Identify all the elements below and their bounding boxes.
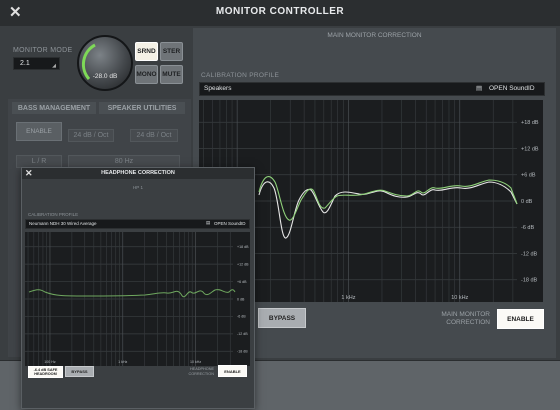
x-tick-label: 1 kHz — [118, 360, 127, 364]
mmc-title: MAIN MONITOR CORRECTION — [327, 32, 422, 39]
monitor-mode-select[interactable]: 2.1 ◢ — [13, 57, 60, 70]
mmc-profile-value: Speakers — [204, 85, 232, 92]
open-soundid-icon: ▤ — [476, 85, 483, 92]
hp-frequency-graph: +18 dB +12 dB +6 dB 0 dB -6 dB -12 dB -18 dB 1… — [25, 232, 250, 366]
volume-knob[interactable]: -28.0 dB — [77, 35, 133, 91]
srnd-button[interactable]: SRND — [135, 42, 158, 61]
mmc-green-curve — [258, 176, 518, 221]
title-bar: ✕ MONITOR CONTROLLER — [0, 0, 560, 26]
mmc-profile-label: CALIBRATION PROFILE — [201, 72, 280, 79]
y-tick-label: 0 dB — [237, 297, 245, 301]
hp-window-title: HEADPHONE CORRECTION — [101, 170, 175, 176]
hp-footer-label-2: CORRECTION — [188, 372, 214, 376]
safe-headroom-line-2: HEADROOM — [34, 372, 57, 376]
y-tick-label: -6 dB — [237, 315, 246, 319]
y-tick-label: -12 dB — [237, 332, 248, 336]
speaker-utilities-title: SPEAKER UTILITIES — [99, 102, 185, 114]
y-tick-label: +18 dB — [237, 245, 249, 249]
y-tick-label: -18 dB — [521, 278, 538, 284]
x-tick-label: 1 kHz — [341, 295, 355, 301]
mute-button[interactable]: MUTE — [160, 65, 183, 84]
mono-button[interactable]: MONO — [135, 65, 158, 84]
monitor-mode-value: 2.1 — [20, 60, 30, 67]
hp-open-soundid-icon: ▤ — [206, 220, 211, 225]
monitor-mode-label: MONITOR MODE — [13, 47, 73, 54]
hp-profile-value: Neumann NDH 30 Wired Average — [29, 221, 97, 226]
volume-ring-icon — [81, 43, 96, 80]
window-title: MONITOR CONTROLLER — [215, 6, 345, 17]
x-tick-label: 10 kHz — [451, 295, 468, 301]
mmc-open-soundid-link[interactable]: OPEN SoundID — [489, 85, 535, 92]
hp-footer-label: HEADPHONE CORRECTION — [168, 367, 214, 377]
volume-readout: -28.0 dB — [92, 73, 118, 80]
mmc-bypass-button[interactable]: BYPASS — [258, 308, 306, 328]
x-tick-label: 100 Hz — [44, 360, 56, 364]
slope-select-right[interactable]: 24 dB / Oct — [130, 129, 178, 142]
mmc-white-curve — [258, 181, 518, 239]
mmc-profile-select[interactable]: Speakers ▤ OPEN SoundID — [199, 82, 545, 96]
y-tick-label: +6 dB — [237, 280, 247, 284]
hp-tab[interactable]: HP 1 — [22, 185, 254, 190]
hp-title-bar: ✕ HEADPHONE CORRECTION — [22, 168, 254, 179]
y-tick-label: +18 dB — [521, 120, 539, 126]
y-tick-label: +12 dB — [237, 262, 249, 266]
headphone-correction-window: ✕ HEADPHONE CORRECTION HP 1 CALIBRATION … — [21, 167, 255, 409]
x-tick-label: 10 kHz — [190, 360, 201, 364]
y-tick-label: 0 dB — [521, 199, 533, 205]
mmc-footer-label: MAIN MONITOR CORRECTION — [420, 311, 490, 327]
y-tick-label: +6 dB — [521, 173, 536, 179]
y-tick-label: -6 dB — [521, 225, 534, 231]
hp-profile-label: CALIBRATION PROFILE — [28, 212, 79, 217]
hp-enable-button[interactable]: ENABLE — [218, 365, 247, 377]
hp-profile-select[interactable]: Neumann NDH 30 Wired Average ▤ OPEN Soun… — [25, 219, 250, 229]
slope-select-left[interactable]: 24 dB / Oct — [68, 129, 114, 142]
hp-graph-svg: +18 dB +12 dB +6 dB 0 dB -6 dB -12 dB -18 dB 1… — [25, 232, 249, 366]
hp-bypass-button[interactable]: BYPASS — [65, 366, 94, 377]
y-tick-label: +12 dB — [521, 146, 539, 152]
mmc-footer-label-1: MAIN MONITOR — [441, 311, 490, 318]
bass-management-title: BASS MANAGEMENT — [12, 102, 96, 114]
y-tick-label: -18 dB — [237, 350, 248, 354]
bass-enable-button[interactable]: ENABLE — [16, 122, 62, 141]
y-tick-label: -12 dB — [521, 251, 538, 257]
mmc-enable-button[interactable]: ENABLE — [497, 309, 544, 329]
ster-button[interactable]: STER — [160, 42, 183, 61]
safe-headroom-button[interactable]: -6.4 dB SAFE HEADROOM — [28, 366, 63, 378]
mmc-footer-label-2: CORRECTION — [446, 319, 490, 326]
hp-open-soundid-link[interactable]: OPEN SoundID — [214, 221, 246, 226]
hp-green-curve — [28, 289, 236, 298]
chevron-down-icon: ◢ — [52, 63, 56, 69]
